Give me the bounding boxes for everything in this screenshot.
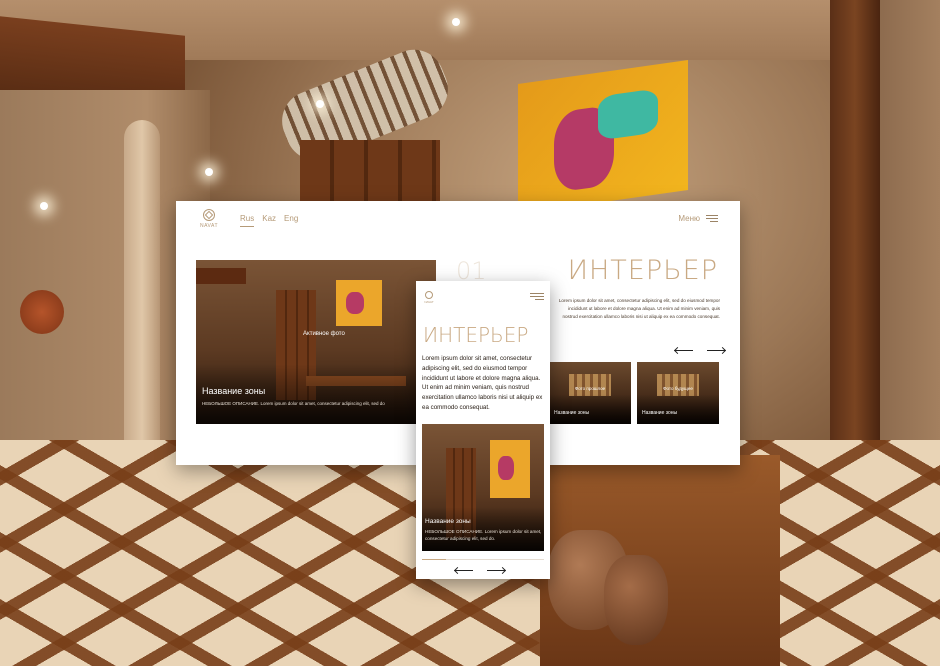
ceiling-light xyxy=(205,168,213,176)
zone-title: Название зоны xyxy=(425,518,471,525)
site-logo[interactable]: NAVAT xyxy=(196,209,222,229)
thumb-zone-label: Название зоны xyxy=(554,410,590,416)
arrow-left-icon[interactable] xyxy=(455,570,473,571)
lang-kaz[interactable]: Kaz xyxy=(262,214,276,227)
slider-arrows xyxy=(675,350,725,351)
wall-painting xyxy=(518,60,688,214)
navat-logo-icon xyxy=(425,291,433,299)
slider-arrows xyxy=(455,570,505,571)
section-title: ИНТЕРЬЕР xyxy=(567,255,718,286)
zone-description: НЕБОЛЬШОЕ ОПИСАНИЕ. Lorem ipsum dolor si… xyxy=(425,529,542,541)
logo-text: NAVAT xyxy=(199,223,219,229)
menu-label: Меню xyxy=(678,214,700,223)
thumb-shade xyxy=(549,394,631,424)
section-title: ИНТЕРЬЕР xyxy=(423,323,529,347)
lit-archway xyxy=(124,120,160,440)
site-logo[interactable]: NAVAT xyxy=(422,291,436,304)
photo-painting xyxy=(336,280,382,326)
lang-rus[interactable]: Rus xyxy=(240,214,255,227)
slider-progress-fill xyxy=(422,559,447,560)
hero-photo[interactable]: Активное фото Название зоны НЕБОЛЬШОЕ ОП… xyxy=(196,260,436,424)
thumb-shade xyxy=(637,394,719,424)
ceiling-light xyxy=(452,18,460,26)
arrow-left-icon[interactable] xyxy=(675,350,693,351)
burger-menu-icon xyxy=(706,215,718,222)
ceiling-light xyxy=(40,202,48,210)
wall-plaque xyxy=(20,290,64,334)
arrow-right-icon[interactable] xyxy=(707,350,725,351)
menu-button[interactable]: Меню xyxy=(678,214,718,223)
mobile-mockup: NAVAT ИНТЕРЬЕР Lorem ipsum dolor sit ame… xyxy=(416,281,550,579)
photo-painting xyxy=(490,440,530,498)
thumb-zone-label: Название зоны xyxy=(642,410,678,416)
thumbnail-strip: Фото прошлое Название зоны Фото будущее … xyxy=(549,362,719,424)
arrow-right-icon[interactable] xyxy=(487,570,505,571)
navat-logo-icon xyxy=(203,209,215,221)
slider-progress xyxy=(422,559,544,560)
thumb-top-label: Фото прошлое xyxy=(574,386,606,391)
clay-pot xyxy=(604,555,668,645)
logo-text: NAVAT xyxy=(424,300,434,304)
burger-menu-icon[interactable] xyxy=(530,293,544,300)
ceiling-light xyxy=(316,100,324,108)
thumb-decor xyxy=(569,374,611,396)
section-lead: Lorem ipsum dolor sit amet, consectetur … xyxy=(558,298,720,319)
thumbnail-previous[interactable]: Фото прошлое Название зоны xyxy=(549,362,631,424)
thumb-top-label: Фото будущее xyxy=(663,386,693,391)
language-switcher: Rus Kaz Eng xyxy=(240,214,298,227)
zone-description: НЕБОЛЬШОЕ ОПИСАНИЕ. Lorem ipsum dolor si… xyxy=(202,401,385,406)
zone-title: Название зоны xyxy=(202,386,266,396)
section-lead: Lorem ipsum dolor sit amet, consectetur … xyxy=(422,355,543,411)
active-photo-label: Активное фото xyxy=(303,331,345,337)
lang-eng[interactable]: Eng xyxy=(284,214,298,227)
thumb-decor xyxy=(657,374,699,396)
zone-photo[interactable]: Название зоны НЕБОЛЬШОЕ ОПИСАНИЕ. Lorem … xyxy=(422,424,544,551)
thumbnail-next[interactable]: Фото будущее Название зоны xyxy=(637,362,719,424)
photo-beam xyxy=(196,268,246,284)
